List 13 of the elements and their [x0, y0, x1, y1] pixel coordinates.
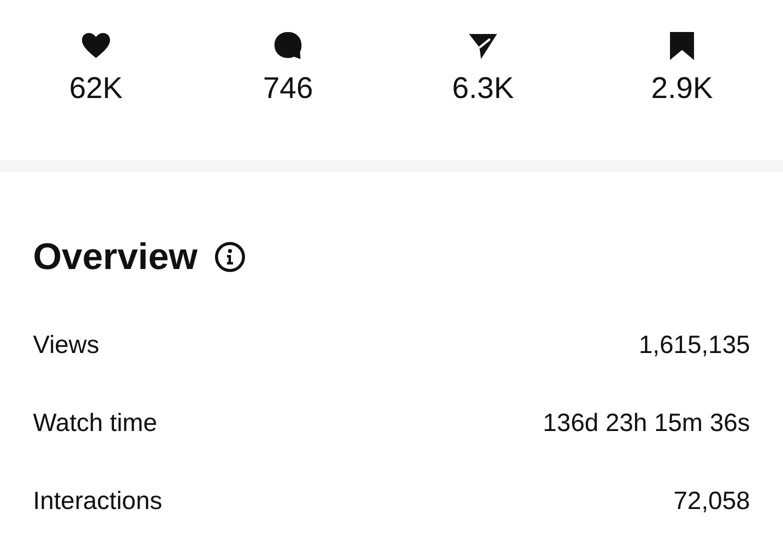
metric-value: 72,058	[674, 486, 750, 518]
metric-label: Interactions	[33, 486, 162, 518]
section-title: Overview	[33, 238, 198, 275]
stat-count: 62K	[69, 74, 123, 104]
stat-count: 746	[262, 74, 314, 104]
metric-label: Views	[33, 330, 100, 362]
speech-bubble-icon[interactable]	[272, 30, 304, 62]
metric-label: Watch time	[33, 408, 158, 440]
stat-count: 2.9K	[651, 74, 713, 104]
stat-count: 6.3K	[452, 74, 514, 104]
metric-value: 136d 23h 15m 36s	[542, 408, 750, 440]
info-icon[interactable]	[214, 240, 246, 272]
metric-value: 1,615,135	[638, 330, 750, 362]
